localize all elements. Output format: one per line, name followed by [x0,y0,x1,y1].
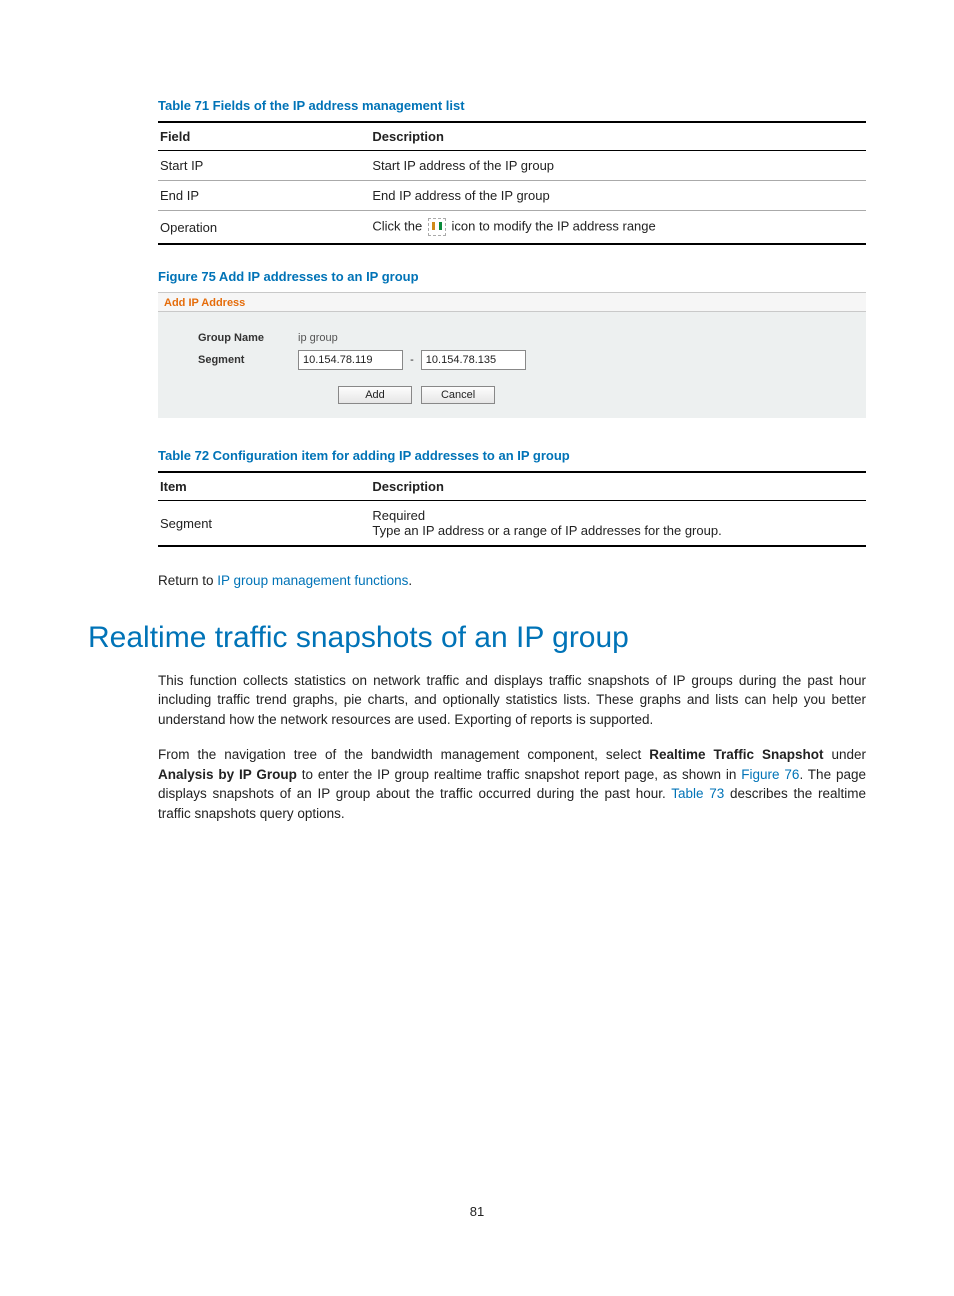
table-row: Operation Click the icon to modify the I… [158,211,866,245]
section-heading: Realtime traffic snapshots of an IP grou… [88,621,866,655]
table-row: End IP End IP address of the IP group [158,181,866,211]
desc-line2: Type an IP address or a range of IP addr… [372,523,860,538]
ip-group-management-link[interactable]: IP group management functions [217,573,408,588]
table-72-header-item: Item [158,472,370,501]
figure-75-panel: Add IP Address Group Name ip group Segme… [158,292,866,418]
p2-t1: From the navigation tree of the bandwidt… [158,747,649,762]
cell-desc: Start IP address of the IP group [370,151,866,181]
return-pre: Return to [158,573,217,588]
segment-end-input[interactable]: 10.154.78.135 [421,350,526,370]
table-71-caption: Table 71 Fields of the IP address manage… [158,98,866,113]
cell-field: Start IP [158,151,370,181]
paragraph-2: From the navigation tree of the bandwidt… [158,745,866,823]
table-73-link[interactable]: Table 73 [671,786,724,801]
cell-field: End IP [158,181,370,211]
group-name-value: ip group [298,332,338,344]
add-button[interactable]: Add [338,386,412,404]
text-pre: Click the [372,218,425,233]
text-post: icon to modify the IP address range [451,218,655,233]
table-row: Segment Required Type an IP address or a… [158,501,866,547]
cell-desc: Required Type an IP address or a range o… [370,501,866,547]
group-name-label: Group Name [198,332,298,344]
figure-panel-title: Add IP Address [158,293,866,312]
paragraph-1: This function collects statistics on net… [158,671,866,730]
table-71: Field Description Start IP Start IP addr… [158,121,866,245]
figure-76-link[interactable]: Figure 76 [741,767,799,782]
p2-t3: to enter the IP group realtime traffic s… [297,767,741,782]
desc-line1: Required [372,508,860,523]
table-row: Start IP Start IP address of the IP grou… [158,151,866,181]
table-71-header-field: Field [158,122,370,151]
table-71-header-description: Description [370,122,866,151]
table-72-header-description: Description [370,472,866,501]
segment-label: Segment [198,354,298,366]
table-72: Item Description Segment Required Type a… [158,471,866,547]
cell-item: Segment [158,501,370,547]
return-post: . [408,573,412,588]
figure-75-caption: Figure 75 Add IP addresses to an IP grou… [158,269,866,284]
cancel-button[interactable]: Cancel [421,386,495,404]
return-to-line: Return to IP group management functions. [158,571,866,591]
p2-b2: Analysis by IP Group [158,767,297,782]
cell-field: Operation [158,211,370,245]
table-72-caption: Table 72 Configuration item for adding I… [158,448,866,463]
cell-desc: End IP address of the IP group [370,181,866,211]
page-number: 81 [88,1204,866,1219]
p2-b1: Realtime Traffic Snapshot [649,747,823,762]
p2-t2: under [823,747,866,762]
segment-separator: - [410,354,414,366]
modify-icon [428,218,446,236]
cell-desc: Click the icon to modify the IP address … [370,211,866,245]
segment-start-input[interactable]: 10.154.78.119 [298,350,403,370]
